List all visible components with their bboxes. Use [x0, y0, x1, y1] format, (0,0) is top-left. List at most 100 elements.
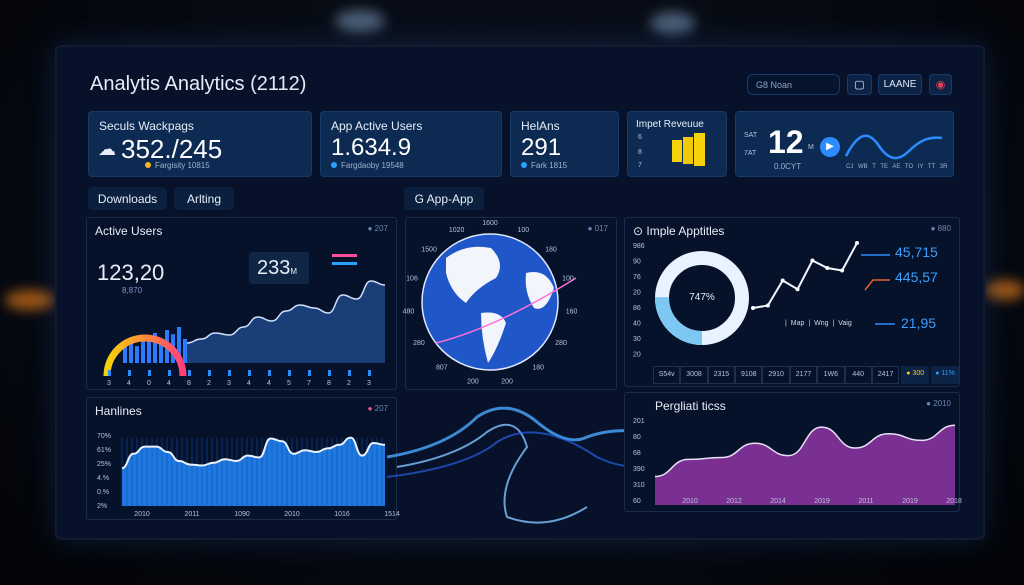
donut-label: 747%: [689, 292, 715, 303]
tick-mark: [128, 370, 131, 376]
alert-icon[interactable]: ◉: [929, 74, 952, 95]
metric-value: 45,715: [895, 244, 938, 260]
x-tick-label: 2: [347, 380, 351, 387]
x-tick-label: 5: [287, 380, 291, 387]
pergliati-panel: Pergliati ticss ● 2010 201 80 68 390 310 60 20…: [624, 392, 962, 512]
clipboard-icon[interactable]: ▢: [847, 74, 872, 95]
tick: 7AT: [744, 150, 757, 157]
y-tick-label: 90: [633, 259, 641, 266]
kpi-card-seculs[interactable]: Seculs Wackpags 352./245 ☁ Fargisity 108…: [88, 111, 312, 177]
y-tick-label: 2%: [97, 503, 107, 510]
x-tick-label: 2010: [682, 498, 698, 505]
trend-point: [780, 278, 785, 283]
x-tick-label: 8: [327, 380, 331, 387]
globe-tick-label: 106: [406, 275, 418, 282]
globe-tick-label: 280: [413, 340, 425, 347]
footer-cell: 1W6: [817, 366, 845, 384]
kpi-card-app-active-users[interactable]: App Active Users 1.634.9 Fargdaoby 19548: [320, 111, 502, 177]
globe-tick-label: 160: [566, 308, 578, 315]
globe-tick-label: 100: [518, 227, 530, 234]
ambient-light: [985, 280, 1024, 300]
tab-arlting[interactable]: Arlting: [174, 187, 234, 210]
trend-point: [765, 303, 770, 308]
revenue-bar: [672, 140, 682, 162]
tick-mark: [308, 370, 311, 376]
hanlines-panel: Hanlines ● 207 70% 61% 25% 4.% 0.% 2% 2010 2011…: [86, 397, 400, 520]
tab-downloads[interactable]: Downloads: [88, 187, 167, 210]
x-tick-label: 2018: [946, 498, 962, 505]
globe-tick-label: 200: [467, 378, 479, 385]
tick-mark: [208, 370, 211, 376]
x-tick-label: 2010: [284, 511, 300, 518]
day-ticks: CJ WB T TE AE TO IY TT 3R: [846, 164, 948, 170]
x-tick-label: 7: [307, 380, 311, 387]
kpi-label: Impet Reveuue: [636, 119, 704, 130]
trend-point: [751, 306, 755, 310]
globe-tick-label: 100: [562, 275, 574, 282]
metric-labels: | Map | Wng | Vaig: [785, 320, 852, 327]
footer-cell: 2315: [707, 366, 736, 384]
tick-mark: [348, 370, 351, 376]
footer-cell: 2417: [871, 366, 900, 384]
unit: M: [808, 144, 814, 151]
y-tick-label: 61%: [97, 447, 111, 454]
tick-mark: [188, 370, 191, 376]
tick: 6: [638, 134, 642, 141]
x-tick-label: 4: [267, 380, 271, 387]
globe-tick-label: 480: [403, 308, 415, 315]
pergliati-chart: 201 80 68 390 310 60 2010 2012 2014 2019 2011 2019 2…: [633, 418, 962, 505]
x-tick-label: 4: [127, 380, 131, 387]
kpi-card-weekly[interactable]: SAT 7AT 12 M 0.0CYT ▶ CJ WB T TE AE TO I…: [735, 111, 954, 177]
footer-badge: ● 11%: [931, 366, 960, 384]
x-tick-label: 3: [227, 380, 231, 387]
x-tick-label: 2014: [770, 498, 786, 505]
kpi-sub: Fargdaoby 19548: [331, 161, 404, 170]
bar: [183, 339, 187, 363]
globe-chart: 1600 100 180 100 160 280 180 200 200 807 280 480 106…: [403, 220, 578, 385]
footer-cell: 9108: [735, 366, 763, 384]
metric-value: 445,57: [895, 269, 938, 285]
tab-app-app[interactable]: G App-App: [404, 187, 484, 210]
trend-line: [752, 242, 858, 309]
tick: 8: [638, 149, 642, 156]
bar: [129, 342, 133, 363]
footer-cell: 440: [844, 366, 872, 384]
ceiling-light: [335, 10, 385, 32]
tick-mark: [248, 370, 251, 376]
cloud-icon: ☁: [98, 139, 116, 159]
globe-tick-label: 180: [545, 246, 557, 253]
y-tick-label: 4.%: [97, 475, 109, 482]
kpi-sub: Fargisity 10815: [145, 161, 210, 170]
y-tick-label: 201: [633, 418, 645, 425]
kpi-card-revenue[interactable]: Impet Reveuue 6 8 7: [627, 111, 727, 177]
apptitles-panel: ⊙ Imple Apptitles ● 880 986 90 76 20 86 40 30 2…: [624, 217, 960, 387]
leader-line: [864, 279, 890, 291]
tick-mark: [168, 370, 171, 376]
y-tick-label: 40: [633, 321, 641, 328]
kpi-label: App Active Users: [331, 119, 423, 133]
kpi-sub: Fark 1815: [521, 161, 567, 170]
trend-point: [840, 268, 845, 273]
y-tick-label: 80: [633, 434, 641, 441]
revenue-bar: [694, 133, 705, 166]
globe-tick-label: 1500: [421, 246, 437, 253]
x-tick-label: 2019: [814, 498, 830, 505]
hanlines-chart: 70%61%25%4.%0.%2%2010 2011 1090 2010 1016 151…: [97, 433, 400, 518]
globe-tick-label: 280: [555, 340, 567, 347]
play-icon[interactable]: ▶: [820, 137, 840, 157]
x-tick-label: 4: [247, 380, 251, 387]
x-tick-label: 0: [147, 380, 151, 387]
tick-mark: [228, 370, 231, 376]
laane-button[interactable]: LAANE: [878, 74, 922, 95]
tick-mark: [328, 370, 331, 376]
revenue-bar: [683, 137, 693, 164]
x-tick-label: 8: [187, 380, 191, 387]
x-tick-label: 2011: [858, 498, 873, 505]
area-fill: [187, 281, 385, 363]
x-tick-label: 2011: [184, 511, 199, 518]
tick-mark: [368, 370, 371, 376]
kpi-label: HelAns: [521, 119, 560, 133]
kpi-card-helans[interactable]: HelAns 291 Fark 1815: [510, 111, 619, 177]
footer-badge: ● 300: [901, 366, 930, 384]
search-input[interactable]: G8 Noan: [747, 74, 840, 95]
